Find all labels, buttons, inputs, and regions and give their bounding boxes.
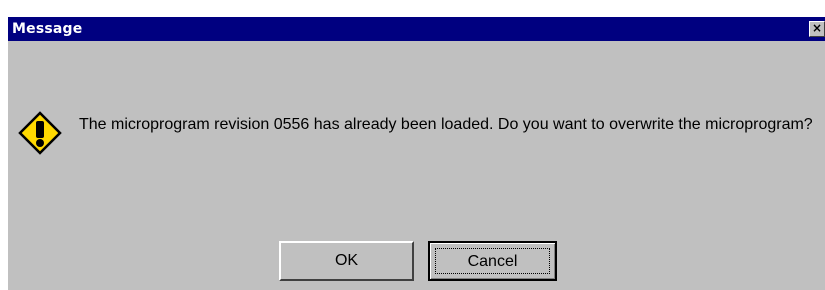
ok-button-label: OK: [334, 252, 359, 269]
dialog-titlebar[interactable]: Message ×: [8, 17, 825, 41]
ok-button[interactable]: OK: [279, 241, 414, 281]
focus-ring: Cancel: [435, 248, 550, 274]
warning-icon: [18, 111, 62, 155]
close-button[interactable]: ×: [809, 21, 825, 37]
close-icon: ×: [811, 21, 823, 35]
message-dialog: Message × The microprogram revision 0556…: [8, 17, 825, 290]
dialog-title: Message: [12, 21, 83, 37]
dialog-message: The microprogram revision 0556 has alrea…: [79, 116, 813, 133]
cancel-button[interactable]: Cancel: [428, 241, 557, 281]
cancel-button-label: Cancel: [467, 253, 518, 270]
